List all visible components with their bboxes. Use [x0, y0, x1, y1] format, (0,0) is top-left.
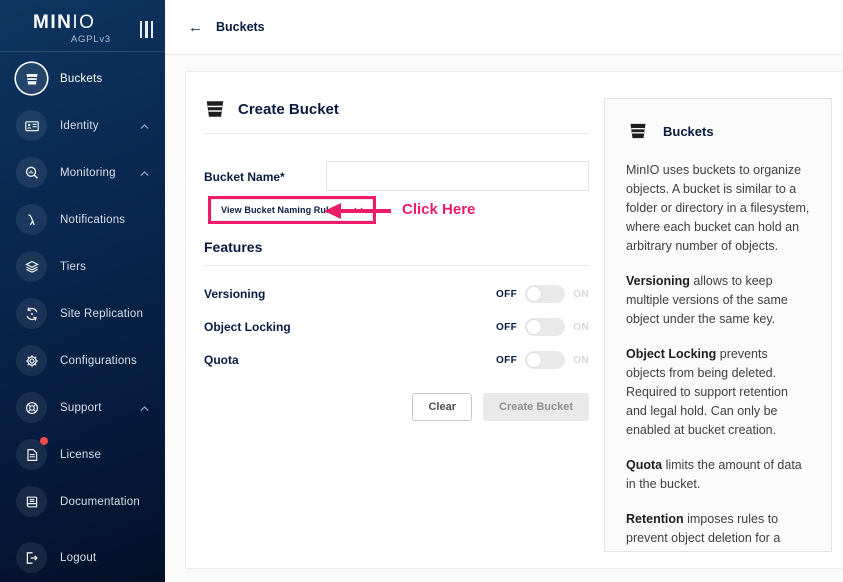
breadcrumb[interactable]: Buckets — [216, 20, 265, 34]
create-bucket-card: Create Bucket Bucket Name* View Bucket N… — [185, 71, 843, 569]
sidebar-item-logout[interactable]: Logout — [0, 534, 165, 581]
create-bucket-button[interactable]: Create Bucket — [483, 393, 589, 421]
sidebar-item-support[interactable]: Support — [0, 384, 165, 431]
layers-icon — [16, 251, 47, 282]
bucket-name-input[interactable] — [326, 161, 589, 191]
view-naming-rules-label: View Bucket Naming Rules — [221, 205, 339, 215]
sidebar-item-label: License — [60, 449, 101, 461]
off-label: OFF — [496, 355, 517, 366]
sidebar-item-tiers[interactable]: Tiers — [0, 243, 165, 290]
back-arrow-icon[interactable]: ← — [188, 20, 203, 35]
chevron-up-icon[interactable] — [140, 117, 149, 135]
off-label: OFF — [496, 289, 517, 300]
on-label: ON — [573, 322, 589, 333]
sidebar: MINIO AGPLv3 Buckets — [0, 0, 165, 582]
versioning-row: Versioning OFF ON — [204, 285, 589, 303]
gear-icon — [16, 345, 47, 376]
info-paragraph: Retention imposes rules to prevent objec… — [626, 510, 810, 552]
quota-row: Quota OFF ON — [204, 351, 589, 369]
page-title: Create Bucket — [238, 101, 339, 118]
on-label: ON — [573, 355, 589, 366]
sidebar-item-label: Support — [60, 402, 102, 414]
sidebar-item-buckets[interactable]: Buckets — [0, 55, 165, 102]
on-label: ON — [573, 289, 589, 300]
sidebar-item-label: Configurations — [60, 355, 137, 367]
annotation-arrow-line — [340, 209, 391, 213]
quota-label: Quota — [204, 353, 239, 367]
sidebar-item-label: Identity — [60, 120, 99, 132]
license-alert-badge — [40, 437, 48, 445]
lambda-icon — [16, 204, 47, 235]
form-title-row: Create Bucket — [204, 72, 589, 120]
sidebar-item-site-replication[interactable]: Site Replication — [0, 290, 165, 337]
toggle-knob — [526, 319, 542, 335]
sidebar-item-notifications[interactable]: Notifications — [0, 196, 165, 243]
sidebar-item-label: Logout — [60, 552, 96, 564]
info-panel-header: Buckets — [626, 121, 810, 141]
sidebar-item-label: Site Replication — [60, 308, 143, 320]
sidebar-header: MINIO AGPLv3 — [0, 0, 165, 52]
sidebar-item-license[interactable]: License — [0, 431, 165, 478]
license-document-icon — [16, 439, 47, 470]
lifebuoy-icon — [16, 392, 47, 423]
annotation-arrow-icon — [324, 203, 341, 219]
sidebar-item-identity[interactable]: Identity — [0, 102, 165, 149]
logo-text-light: IO — [72, 12, 95, 33]
clear-button[interactable]: Clear — [412, 393, 472, 421]
bucket-icon — [204, 98, 226, 120]
divider — [204, 133, 589, 134]
object-locking-label: Object Locking — [204, 320, 291, 334]
features-heading: Features — [204, 239, 589, 255]
info-paragraph: MinIO uses buckets to organize objects. … — [626, 161, 810, 256]
book-icon — [16, 486, 47, 517]
license-edition-label: AGPLv3 — [33, 34, 111, 45]
off-label: OFF — [496, 322, 517, 333]
logo-text-bold: MIN — [33, 12, 72, 33]
info-paragraph: Object Locking prevents objects from bei… — [626, 345, 810, 440]
sidebar-item-label: Monitoring — [60, 167, 116, 179]
sidebar-item-label: Tiers — [60, 261, 86, 273]
bucket-icon — [628, 121, 648, 141]
logout-icon — [16, 542, 47, 573]
main-area: ← Buckets Create Bucket — [165, 0, 843, 582]
bucket-name-field-row: Bucket Name* — [204, 161, 589, 191]
create-bucket-form: Create Bucket Bucket Name* View Bucket N… — [204, 72, 589, 421]
divider — [204, 265, 589, 266]
collapse-menu-icon[interactable] — [140, 21, 154, 38]
versioning-label: Versioning — [204, 287, 265, 301]
sidebar-item-label: Notifications — [60, 214, 125, 226]
versioning-toggle[interactable] — [525, 285, 565, 303]
object-locking-toggle[interactable] — [525, 318, 565, 336]
identity-card-icon — [16, 110, 47, 141]
annotation-click-here-label: Click Here — [402, 201, 475, 218]
bucket-name-label: Bucket Name* — [204, 161, 326, 191]
chevron-up-icon[interactable] — [140, 399, 149, 417]
page-header: ← Buckets — [165, 0, 843, 55]
bucket-icon — [16, 63, 47, 94]
chevron-up-icon[interactable] — [140, 164, 149, 182]
sidebar-item-label: Buckets — [60, 73, 102, 85]
buckets-info-panel: Buckets MinIO uses buckets to organize o… — [604, 98, 832, 552]
toggle-knob — [526, 352, 542, 368]
sidebar-item-documentation[interactable]: Documentation — [0, 478, 165, 525]
monitoring-magnifier-icon — [16, 157, 47, 188]
sidebar-item-monitoring[interactable]: Monitoring — [0, 149, 165, 196]
minio-console: MINIO AGPLv3 Buckets — [0, 0, 843, 582]
object-locking-row: Object Locking OFF ON — [204, 318, 589, 336]
sync-arrows-icon — [16, 298, 47, 329]
sidebar-item-label: Documentation — [60, 496, 140, 508]
info-paragraph: Quota limits the amount of data in the b… — [626, 456, 810, 494]
sidebar-nav: Buckets Identity — [0, 52, 165, 582]
naming-rules-row: View Bucket Naming Rules Click Here — [204, 196, 589, 226]
content-area: Create Bucket Bucket Name* View Bucket N… — [165, 55, 843, 582]
toggle-knob — [526, 286, 542, 302]
sidebar-item-configurations[interactable]: Configurations — [0, 337, 165, 384]
info-paragraph: Versioning allows to keep multiple versi… — [626, 272, 810, 329]
form-actions: Clear Create Bucket — [204, 393, 589, 421]
info-panel-title: Buckets — [663, 124, 714, 139]
quota-toggle[interactable] — [525, 351, 565, 369]
